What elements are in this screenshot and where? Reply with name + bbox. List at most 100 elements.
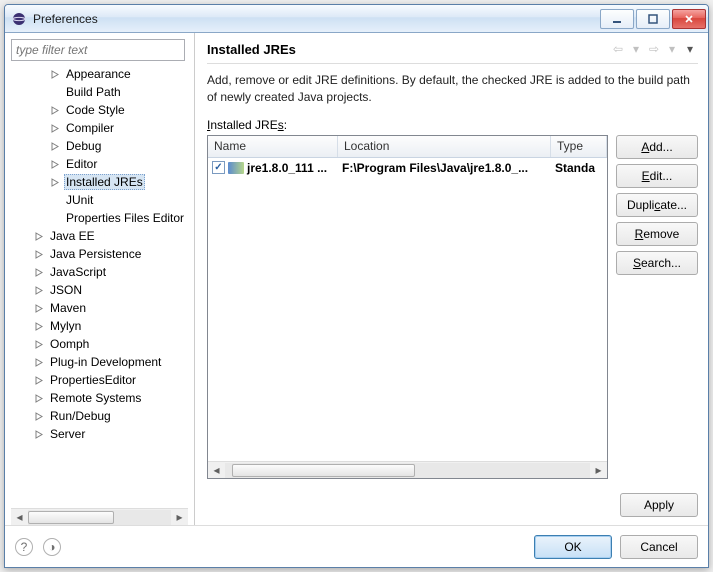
scroll-right-icon[interactable]: ▸ [590,462,607,479]
nav-forward-menu-icon[interactable]: ▾ [664,41,680,57]
tree-item[interactable]: Oomph [11,335,194,353]
tree-item-label: Java Persistence [48,247,143,261]
help-icon[interactable]: ? [15,538,33,556]
scroll-track[interactable] [28,510,171,525]
titlebar[interactable]: Preferences [5,5,708,33]
filter-input[interactable] [11,39,185,61]
tree-item-label: Maven [48,301,88,315]
tree-item[interactable]: Server [11,425,194,443]
tree-item-label: Installed JREs [64,174,145,190]
expander-icon[interactable] [33,338,46,351]
table-row[interactable]: ✓jre1.8.0_111 ...F:\Program Files\Java\j… [208,158,607,178]
maximize-button[interactable] [636,9,670,29]
expander-icon[interactable] [49,158,62,171]
tree-item-label: Run/Debug [48,409,113,423]
apply-button[interactable]: Apply [620,493,698,517]
preferences-tree[interactable]: Appearance Build PathCode StyleCompiler De… [11,65,194,508]
tree-item[interactable]: Debug [11,137,194,155]
scroll-left-icon[interactable]: ◂ [208,462,225,479]
expander-icon[interactable] [49,194,62,207]
tree-item[interactable]: Java EE [11,227,194,245]
expander-icon[interactable] [33,230,46,243]
nav-back-menu-icon[interactable]: ▾ [628,41,644,57]
expander-icon[interactable] [33,428,46,441]
tree-item-label: Appearance [64,67,133,81]
remove-button[interactable]: Remove [616,222,698,246]
view-menu-icon[interactable]: ▾ [682,41,698,57]
expander-icon[interactable] [33,356,46,369]
expander-icon[interactable] [49,122,62,135]
tree-item[interactable]: JSON [11,281,194,299]
scroll-track[interactable] [225,463,590,478]
checkbox[interactable]: ✓ [212,161,225,174]
tree-item[interactable]: Java Persistence [11,245,194,263]
scroll-left-icon[interactable]: ◂ [11,509,28,526]
table-header[interactable]: Name Location Type [208,136,607,158]
expander-icon[interactable] [33,392,46,405]
cancel-button[interactable]: Cancel [620,535,698,559]
search-button[interactable]: Search... [616,251,698,275]
table-h-scrollbar[interactable]: ◂ ▸ [208,461,607,478]
expander-icon[interactable] [49,176,62,189]
tree-item[interactable]: Build Path [11,83,194,101]
nav-back-icon[interactable]: ⇦ [610,41,626,57]
expander-icon[interactable] [33,284,46,297]
tree-item-label: Java EE [48,229,97,243]
tree-item-label: PropertiesEditor [48,373,138,387]
scroll-right-icon[interactable]: ▸ [171,509,188,526]
tree-item[interactable]: JUnit [11,191,194,209]
tree-item-label: JSON [48,283,84,297]
expander-icon[interactable] [33,266,46,279]
scroll-thumb[interactable] [28,511,114,524]
tree-item[interactable]: Plug-in Development [11,353,194,371]
tree-item-label: JUnit [64,193,95,207]
expander-icon[interactable] [49,140,62,153]
tree-item[interactable]: Appearance [11,65,194,83]
edit-button[interactable]: Edit... [616,164,698,188]
tree-item[interactable]: Installed JREs [11,173,194,191]
col-location[interactable]: Location [338,136,551,157]
page-description: Add, remove or edit JRE definitions. By … [207,72,698,106]
nav-forward-icon[interactable]: ⇨ [646,41,662,57]
minimize-button[interactable] [600,9,634,29]
add-button[interactable]: Add... [616,135,698,159]
tree-item[interactable]: Maven [11,299,194,317]
tree-item[interactable]: Mylyn [11,317,194,335]
expander-icon[interactable] [49,68,62,81]
jre-table[interactable]: Name Location Type ✓jre1.8.0_111 ...F:\P… [207,135,608,479]
col-type[interactable]: Type [551,136,607,157]
close-button[interactable] [672,9,706,29]
tree-item[interactable]: Editor [11,155,194,173]
tree-item-label: Server [48,427,87,441]
expander-icon[interactable] [33,320,46,333]
tree-h-scrollbar[interactable]: ◂ ▸ [11,508,188,525]
tree-item-label: Plug-in Development [48,355,163,369]
duplicate-button[interactable]: Duplicate... [616,193,698,217]
content-area: Appearance Build PathCode StyleCompiler De… [5,33,708,567]
col-name[interactable]: Name [208,136,338,157]
tree-item-label: Debug [64,139,103,153]
footer: ? ◑ OK Cancel [5,525,708,567]
expander-icon[interactable] [33,410,46,423]
tree-item-label: JavaScript [48,265,108,279]
expander-icon[interactable] [33,302,46,315]
expander-icon[interactable] [33,248,46,261]
tree-item[interactable]: PropertiesEditor [11,371,194,389]
dialog-toolbar-icon[interactable]: ◑ [43,538,61,556]
ok-button[interactable]: OK [534,535,612,559]
expander-icon[interactable] [33,374,46,387]
tree-item[interactable]: Properties Files Editor [11,209,194,227]
tree-item[interactable]: Remote Systems [11,389,194,407]
table-body[interactable]: ✓jre1.8.0_111 ...F:\Program Files\Java\j… [208,158,607,461]
tree-item[interactable]: Run/Debug [11,407,194,425]
tree-item-label: Editor [64,157,99,171]
table-label: Installed JREs: [207,118,698,132]
scroll-thumb[interactable] [232,464,415,477]
expander-icon[interactable] [49,86,62,99]
tree-item[interactable]: Compiler [11,119,194,137]
expander-icon[interactable] [49,104,62,117]
tree-item-label: Properties Files Editor [64,211,186,225]
tree-item[interactable]: Code Style [11,101,194,119]
tree-item[interactable]: JavaScript [11,263,194,281]
expander-icon[interactable] [49,212,62,225]
